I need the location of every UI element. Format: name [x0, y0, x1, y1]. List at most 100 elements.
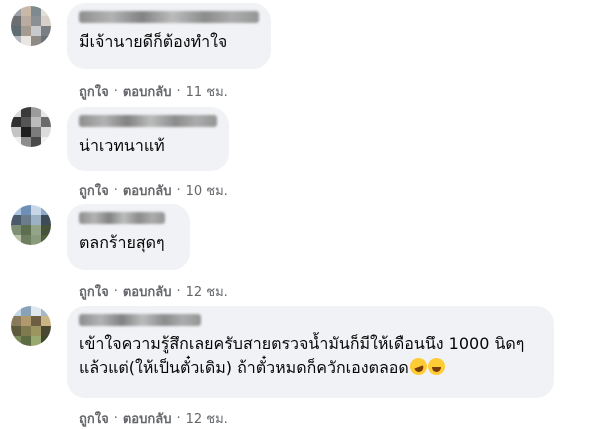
avatar-pixel [31, 127, 41, 137]
avatar-pixel [21, 205, 31, 215]
timestamp[interactable]: 12 ชม. [186, 281, 228, 302]
avatar-pixel [41, 225, 51, 235]
timestamp[interactable]: 12 ชม. [186, 408, 228, 429]
avatar-pixel [11, 215, 21, 225]
author-name-blurred[interactable] [79, 212, 165, 224]
like-link[interactable]: ถูกใจ [79, 281, 109, 302]
comment-bubble: เข้าใจความรู้สึกเลยครับสายตรวจน้ำมันก็มี… [67, 306, 554, 398]
avatar-pixel [41, 16, 51, 26]
author-name-blurred[interactable] [79, 314, 201, 326]
avatar-pixel [41, 6, 51, 16]
separator-dot: · [113, 183, 118, 198]
avatar-pixel [31, 316, 41, 326]
avatar-pixel [11, 16, 21, 26]
avatar-pixel [21, 215, 31, 225]
avatar-pixel [31, 117, 41, 127]
comment-actions: ถูกใจ · ตอบกลับ · 12 ชม. [79, 408, 228, 429]
avatar-pixel [11, 225, 21, 235]
reply-link[interactable]: ตอบกลับ [123, 408, 172, 429]
avatar-pixel [21, 107, 31, 117]
separator-dot: · [113, 84, 118, 99]
avatar-pixel [21, 16, 31, 26]
avatar-pixel [21, 6, 31, 16]
avatar-pixel [11, 235, 21, 245]
like-link[interactable]: ถูกใจ [79, 180, 109, 201]
avatar-pixel [31, 205, 41, 215]
separator-dot: · [176, 183, 181, 198]
reply-link[interactable]: ตอบกลับ [123, 180, 172, 201]
avatar-pixel [31, 306, 41, 316]
avatar-pixel [21, 326, 31, 336]
separator-dot: · [113, 411, 118, 426]
avatar-pixel [21, 316, 31, 326]
avatar-pixel [11, 117, 21, 127]
avatar-pixel [21, 235, 31, 245]
comment-text: ตลกร้ายสุดๆ [79, 233, 165, 252]
rolling-laughing-emoji-icon [407, 355, 430, 378]
comment-bubble: น่าเวทนาแท้ [67, 107, 229, 171]
avatar-pixel [11, 26, 21, 36]
avatar-pixel [21, 336, 31, 346]
avatar-pixel [11, 306, 21, 316]
comment-text: เข้าใจความรู้สึกเลยครับสายตรวจน้ำมันก็มี… [79, 332, 544, 380]
comment-bubble: ตลกร้ายสุดๆ [67, 204, 190, 270]
avatar-pixel [41, 117, 51, 127]
avatar[interactable] [11, 205, 51, 245]
avatar-pixel [21, 26, 31, 36]
timestamp[interactable]: 10 ชม. [186, 180, 228, 201]
avatar[interactable] [11, 107, 51, 147]
avatar-pixel [41, 316, 51, 326]
reply-link[interactable]: ตอบกลับ [123, 281, 172, 302]
avatar-pixel [41, 235, 51, 245]
avatar-pixel [11, 6, 21, 16]
author-name-blurred[interactable] [79, 11, 259, 23]
avatar-pixel [31, 6, 41, 16]
avatar-pixel [21, 117, 31, 127]
like-link[interactable]: ถูกใจ [79, 81, 109, 102]
author-name-blurred[interactable] [79, 115, 217, 127]
avatar-pixel [41, 26, 51, 36]
comment-actions: ถูกใจ · ตอบกลับ · 12 ชม. [79, 281, 228, 302]
separator-dot: · [176, 411, 181, 426]
avatar-pixel [21, 127, 31, 137]
avatar-pixel [21, 137, 31, 147]
avatar-pixel [41, 127, 51, 137]
separator-dot: · [176, 284, 181, 299]
comment-actions: ถูกใจ · ตอบกลับ · 10 ชม. [79, 180, 228, 201]
avatar-pixel [21, 306, 31, 316]
comment-bubble: มีเจ้านายดีก็ต้องทำใจ [67, 3, 271, 69]
timestamp[interactable]: 11 ชม. [186, 81, 228, 102]
avatar-pixel [11, 107, 21, 117]
avatar-pixel [21, 36, 31, 46]
avatar-pixel [31, 215, 41, 225]
avatar-pixel [41, 137, 51, 147]
avatar-pixel [11, 326, 21, 336]
avatar-pixel [11, 127, 21, 137]
avatar[interactable] [11, 6, 51, 46]
avatar-pixel [41, 215, 51, 225]
avatar-pixel [11, 36, 21, 46]
avatar-pixel [11, 205, 21, 215]
avatar-pixel [31, 137, 41, 147]
like-link[interactable]: ถูกใจ [79, 408, 109, 429]
avatar-pixel [41, 36, 51, 46]
comment-text: น่าเวทนาแท้ [79, 136, 165, 155]
avatar-pixel [31, 326, 41, 336]
avatar-pixel [41, 306, 51, 316]
avatar-pixel [41, 205, 51, 215]
avatar-pixel [31, 235, 41, 245]
separator-dot: · [113, 284, 118, 299]
avatar-pixel [31, 16, 41, 26]
avatar-pixel [41, 336, 51, 346]
tears-of-joy-emoji-icon [427, 358, 445, 375]
avatar-pixel [31, 26, 41, 36]
avatar-pixel [21, 225, 31, 235]
avatar-pixel [41, 326, 51, 336]
avatar-pixel [41, 107, 51, 117]
avatar-pixel [31, 336, 41, 346]
reply-link[interactable]: ตอบกลับ [123, 81, 172, 102]
separator-dot: · [176, 84, 181, 99]
avatar-pixel [31, 36, 41, 46]
avatar[interactable] [11, 306, 51, 346]
avatar-pixel [11, 137, 21, 147]
